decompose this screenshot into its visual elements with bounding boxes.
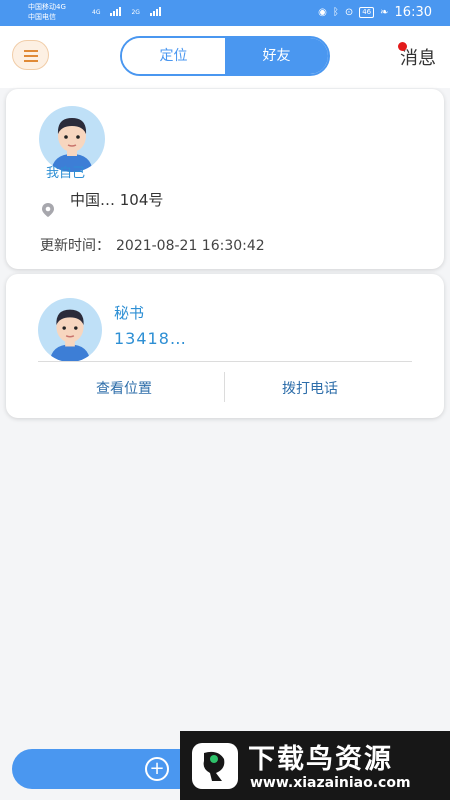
carrier-info: 中国移动4G 中国电信 xyxy=(28,2,66,22)
plus-circle-icon: + xyxy=(145,757,169,781)
my-location-card: 我自己 中国… 104号 更新时间： 2021-08-21 16:30:42 xyxy=(6,89,444,269)
unread-badge xyxy=(398,42,407,51)
location-icon: ⊙ xyxy=(344,7,354,18)
net-label-2: 2G xyxy=(131,9,140,16)
app-header: 定位 好友 消息 xyxy=(0,26,450,88)
carrier-primary: 中国移动4G xyxy=(28,3,66,11)
network-signal: 4G 2G xyxy=(92,6,161,16)
watermark-title: 下载鸟资源 xyxy=(248,744,393,775)
friend-phone: 13418… xyxy=(114,329,187,348)
status-bar: 中国移动4G 中国电信 4G 2G ◉ ᛒ ⊙ 46 ❧ 16:30 xyxy=(0,0,450,26)
watermark-url: www.xiazainiao.com xyxy=(250,775,411,791)
messages-label: 消息 xyxy=(400,48,436,69)
carrier-secondary: 中国电信 xyxy=(28,13,56,21)
update-time-value: 2021-08-21 16:30:42 xyxy=(116,238,265,254)
bird-logo-icon xyxy=(192,743,238,789)
signal-icon xyxy=(110,6,122,16)
my-label: 我自己 xyxy=(46,166,86,181)
messages-button[interactable]: 消息 xyxy=(398,42,436,70)
tab-friends[interactable]: 好友 xyxy=(225,38,328,74)
update-time-label: 更新时间： xyxy=(40,238,110,254)
location-pin-icon xyxy=(42,203,54,217)
tab-location[interactable]: 定位 xyxy=(122,38,225,74)
avatar-illustration xyxy=(49,309,91,362)
friend-card: 秘书 13418… 查看位置 拨打电话 xyxy=(6,274,444,418)
clock: 16:30 xyxy=(394,5,432,20)
view-location-button[interactable]: 查看位置 xyxy=(96,378,152,398)
bluetooth-icon: ᛒ xyxy=(332,7,339,18)
friend-name: 秘书 xyxy=(114,304,145,322)
list-menu-icon-bar xyxy=(24,55,38,57)
list-menu-icon-bar xyxy=(24,60,38,62)
battery-icon: 46 xyxy=(359,7,375,18)
action-separator xyxy=(224,372,225,402)
address-text: 中国… 104号 xyxy=(70,191,164,209)
status-right: ◉ ᛒ ⊙ 46 ❧ 16:30 xyxy=(318,5,432,20)
eye-icon: ◉ xyxy=(318,7,327,18)
avatar[interactable] xyxy=(38,298,102,362)
net-label-1: 4G xyxy=(92,9,101,16)
menu-button[interactable] xyxy=(12,40,49,70)
update-time-row: 更新时间： 2021-08-21 16:30:42 xyxy=(40,235,265,255)
signal-icon xyxy=(149,6,161,16)
divider xyxy=(38,361,412,362)
watermark-banner: 下载鸟资源 www.xiazainiao.com xyxy=(180,731,450,800)
segmented-tabs: 定位 好友 xyxy=(120,36,330,76)
call-phone-button[interactable]: 拨打电话 xyxy=(282,378,338,398)
leaf-icon: ❧ xyxy=(380,7,389,18)
list-menu-icon xyxy=(24,50,38,52)
